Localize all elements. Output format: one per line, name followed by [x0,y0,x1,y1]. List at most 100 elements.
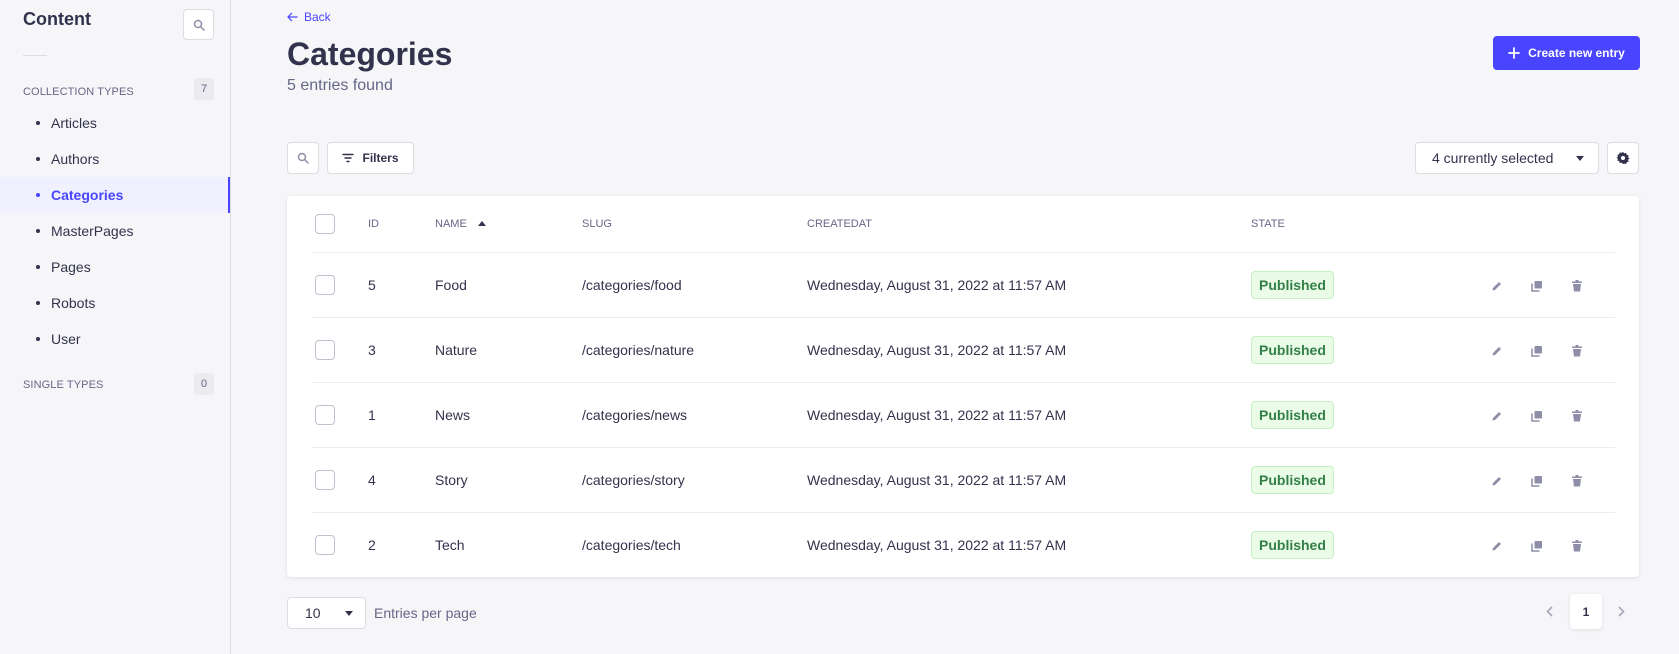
delete-button[interactable] [1563,271,1591,299]
cell-slug: /categories/nature [582,317,807,383]
table-row[interactable]: 3 Nature /categories/nature Wednesday, A… [311,317,1615,383]
single-types-heading: SINGLE TYPES [23,379,104,391]
entries-count: 5 entries found [287,77,393,94]
bullet-icon [36,193,40,197]
edit-button[interactable] [1483,531,1511,559]
sidebar-item-masterpages[interactable]: MasterPages [0,213,230,249]
duplicate-icon [1531,475,1543,487]
row-checkbox[interactable] [315,339,335,360]
filters-label: Filters [362,151,399,165]
pencil-icon [1492,542,1502,551]
edit-button[interactable] [1483,271,1511,299]
delete-button[interactable] [1563,531,1591,559]
next-page-button[interactable] [1613,603,1629,619]
cell-name: News [435,382,582,448]
trash-icon [1572,279,1582,292]
duplicate-button[interactable] [1523,336,1551,364]
sidebar-item-label: Categories [51,187,124,203]
entries-per-page-select[interactable]: 10 [287,597,366,629]
content-sidebar: Content COLLECTION TYPES 7 Articles Auth… [0,0,231,654]
column-header-createdat[interactable]: CREATEDAT [807,196,1251,253]
row-checkbox[interactable] [315,404,335,425]
entries-table-card: ID NAME SLUG CREATEDAT STATE 5 Food /cat… [287,196,1639,577]
table-row[interactable]: 4 Story /categories/story Wednesday, Aug… [311,447,1615,513]
delete-button[interactable] [1563,336,1591,364]
duplicate-button[interactable] [1523,531,1551,559]
previous-page-button[interactable] [1541,603,1557,619]
entries-table: ID NAME SLUG CREATEDAT STATE 5 Food /cat… [311,196,1615,577]
pencil-icon [1492,411,1502,421]
collection-types-count: 7 [194,78,214,100]
delete-button[interactable] [1563,401,1591,429]
sidebar-item-label: User [51,331,81,347]
column-header-slug[interactable]: SLUG [582,196,807,253]
entries-per-page-value: 10 [305,605,321,621]
settings-button[interactable] [1607,142,1639,174]
cell-name: Tech [435,536,465,553]
bullet-icon [36,229,40,233]
page-number-current[interactable]: 1 [1570,594,1602,629]
delete-button[interactable] [1563,466,1591,494]
filter-icon [342,153,355,163]
sidebar-item-pages[interactable]: Pages [0,249,230,285]
sort-up-icon [477,221,486,227]
edit-button[interactable] [1483,336,1511,364]
duplicate-button[interactable] [1523,466,1551,494]
edit-button[interactable] [1483,466,1511,494]
edit-button[interactable] [1483,401,1511,429]
row-checkbox[interactable] [315,469,335,490]
select-all-checkbox[interactable] [315,213,335,234]
back-label: Back [304,10,331,24]
trash-icon [1572,474,1582,487]
search-icon [193,19,205,31]
table-row[interactable]: 5 Food /categories/food Wednesday, Augus… [311,252,1615,318]
pencil-icon [1492,476,1502,486]
sidebar-item-label: Authors [51,151,100,167]
sidebar-divider [23,55,47,56]
cell-slug: /categories/food [582,252,807,318]
arrow-left-icon [287,12,298,22]
sidebar-item-authors[interactable]: Authors [0,141,230,177]
cell-id: 2 [368,536,376,553]
table-row[interactable]: 2 Tech /categories/tech Wednesday, Augus… [311,512,1615,577]
bullet-icon [36,157,40,161]
back-link[interactable]: Back [287,10,331,24]
duplicate-button[interactable] [1523,271,1551,299]
table-row[interactable]: 1 News /categories/news Wednesday, Augus… [311,382,1615,448]
chevron-down-icon [1576,156,1584,161]
status-badge: Published [1251,530,1334,559]
column-header-actions [1471,196,1615,253]
column-header-name[interactable]: NAME [435,196,582,253]
pencil-icon [1492,281,1502,291]
sidebar-item-categories[interactable]: Categories [0,177,230,213]
create-new-entry-button[interactable]: Create new entry [1493,36,1640,70]
column-header-id[interactable]: ID [368,196,435,253]
cell-slug: /categories/story [582,447,807,513]
status-badge: Published [1251,335,1334,364]
row-checkbox[interactable] [315,274,335,295]
columns-select[interactable]: 4 currently selected [1415,142,1599,174]
sidebar-item-user[interactable]: User [0,321,230,357]
trash-icon [1572,344,1582,357]
filters-button[interactable]: Filters [327,142,414,174]
duplicate-button[interactable] [1523,401,1551,429]
columns-select-value: 4 currently selected [1432,150,1554,166]
create-new-entry-label: Create new entry [1528,46,1625,60]
sidebar-item-articles[interactable]: Articles [0,105,230,141]
sidebar-search-button[interactable] [183,9,214,40]
cell-createdat: Wednesday, August 31, 2022 at 11:57 AM [807,317,1251,383]
cell-name: Story [435,447,582,513]
column-header-state[interactable]: STATE [1251,196,1471,253]
sidebar-title: Content [23,9,91,29]
duplicate-icon [1531,541,1543,552]
duplicate-icon [1531,410,1543,422]
row-checkbox[interactable] [315,534,335,555]
search-button[interactable] [287,142,319,174]
collection-types-heading: COLLECTION TYPES [23,86,134,98]
cell-createdat: Wednesday, August 31, 2022 at 11:57 AM [807,252,1251,318]
sidebar-item-robots[interactable]: Robots [0,285,230,321]
cell-id: 5 [368,252,435,318]
sidebar-item-label: Pages [51,259,91,275]
chevron-down-icon [345,611,353,616]
sidebar-item-label: MasterPages [51,223,134,239]
